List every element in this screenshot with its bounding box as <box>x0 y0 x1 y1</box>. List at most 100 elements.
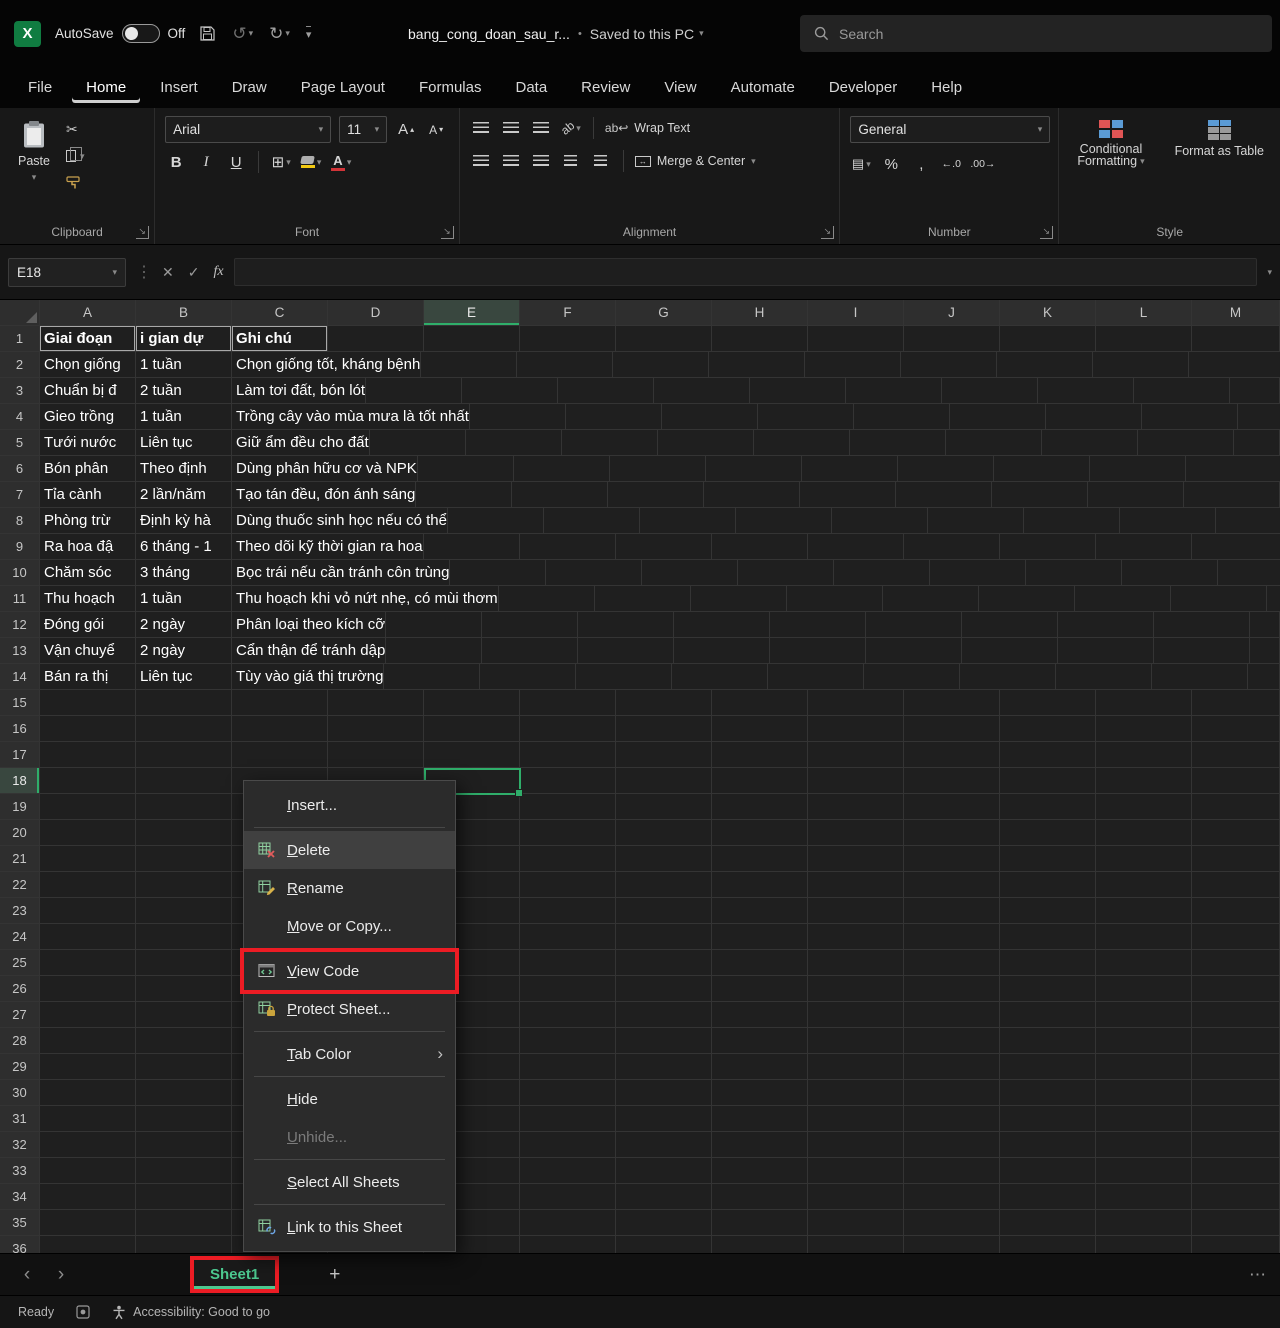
cell-C11[interactable]: Thu hoạch khi vỏ nứt nhẹ, có mùi thơm <box>232 586 499 612</box>
cell-B26[interactable] <box>136 976 232 1002</box>
macro-record-button[interactable] <box>76 1305 90 1319</box>
increase-decimal-button[interactable]: ←.0 <box>940 152 962 176</box>
cell-L21[interactable] <box>1096 846 1192 872</box>
cell-K33[interactable] <box>1000 1158 1096 1184</box>
cell-G30[interactable] <box>616 1080 712 1106</box>
cell-L9[interactable] <box>1192 534 1280 560</box>
cell-I31[interactable] <box>808 1106 904 1132</box>
cell-G8[interactable] <box>736 508 832 534</box>
menu-tab-help[interactable]: Help <box>917 72 976 103</box>
cell-J25[interactable] <box>904 950 1000 976</box>
row-header-34[interactable]: 34 <box>0 1184 40 1210</box>
cell-I16[interactable] <box>808 716 904 742</box>
cell-L3[interactable] <box>1134 378 1230 404</box>
cell-K35[interactable] <box>1000 1210 1096 1236</box>
align-center-button[interactable] <box>500 149 522 173</box>
cell-L34[interactable] <box>1096 1184 1192 1210</box>
cell-H17[interactable] <box>712 742 808 768</box>
cell-K12[interactable] <box>1058 612 1154 638</box>
cell-E12[interactable] <box>482 612 578 638</box>
cell-E7[interactable] <box>512 482 608 508</box>
cell-K14[interactable] <box>1056 664 1152 690</box>
cell-C13[interactable]: Cẩn thận để tránh dập <box>232 638 386 664</box>
cell-B35[interactable] <box>136 1210 232 1236</box>
cell-L11[interactable] <box>1267 586 1280 612</box>
cell-C12[interactable]: Phân loại theo kích cỡ <box>232 612 386 638</box>
file-name[interactable]: bang_cong_doan_sau_r... <box>408 26 570 42</box>
row-header-26[interactable]: 26 <box>0 976 40 1002</box>
cell-A28[interactable] <box>40 1028 136 1054</box>
cell-L35[interactable] <box>1096 1210 1192 1236</box>
cell-A34[interactable] <box>40 1184 136 1210</box>
cell-M13[interactable] <box>1250 638 1280 664</box>
cell-D1[interactable] <box>328 326 424 352</box>
cell-A30[interactable] <box>40 1080 136 1106</box>
cell-J23[interactable] <box>904 898 1000 924</box>
cell-J31[interactable] <box>904 1106 1000 1132</box>
column-header-G[interactable]: G <box>616 300 712 326</box>
row-header-35[interactable]: 35 <box>0 1210 40 1236</box>
cell-K31[interactable] <box>1000 1106 1096 1132</box>
cell-F10[interactable] <box>642 560 738 586</box>
cell-H23[interactable] <box>712 898 808 924</box>
cell-G6[interactable] <box>706 456 802 482</box>
format-painter-button[interactable] <box>66 174 85 192</box>
cell-J13[interactable] <box>962 638 1058 664</box>
column-header-I[interactable]: I <box>808 300 904 326</box>
cell-K32[interactable] <box>1000 1132 1096 1158</box>
row-header-29[interactable]: 29 <box>0 1054 40 1080</box>
cell-L27[interactable] <box>1096 1002 1192 1028</box>
cell-L22[interactable] <box>1096 872 1192 898</box>
row-header-30[interactable]: 30 <box>0 1080 40 1106</box>
cell-F20[interactable] <box>520 820 616 846</box>
cell-B10[interactable]: 3 tháng <box>136 560 232 586</box>
cell-H7[interactable] <box>800 482 896 508</box>
cell-F27[interactable] <box>520 1002 616 1028</box>
cell-F19[interactable] <box>520 794 616 820</box>
cell-A15[interactable] <box>40 690 136 716</box>
search-input[interactable]: Search <box>800 15 1272 52</box>
cell-D2[interactable] <box>421 352 517 378</box>
cell-G11[interactable] <box>787 586 883 612</box>
column-header-E[interactable]: E <box>424 300 520 326</box>
cell-F21[interactable] <box>520 846 616 872</box>
context-menu-item-delete[interactable]: Delete <box>244 831 455 869</box>
cell-C5[interactable]: Giữ ẩm đều cho đất <box>232 430 370 456</box>
cell-L32[interactable] <box>1096 1132 1192 1158</box>
previous-sheet-button[interactable]: ‹ <box>14 1264 40 1286</box>
undo-button[interactable]: ↺▾ <box>232 24 253 44</box>
cell-G35[interactable] <box>616 1210 712 1236</box>
cell-L24[interactable] <box>1096 924 1192 950</box>
select-all-button[interactable] <box>0 300 40 326</box>
cell-K4[interactable] <box>1142 404 1238 430</box>
cell-J17[interactable] <box>904 742 1000 768</box>
cell-I3[interactable] <box>846 378 942 404</box>
cell-H27[interactable] <box>712 1002 808 1028</box>
cell-K17[interactable] <box>1000 742 1096 768</box>
cell-G13[interactable] <box>674 638 770 664</box>
cell-A26[interactable] <box>40 976 136 1002</box>
cell-F8[interactable] <box>640 508 736 534</box>
cell-B30[interactable] <box>136 1080 232 1106</box>
cell-M5[interactable] <box>1234 430 1280 456</box>
cell-I6[interactable] <box>898 456 994 482</box>
cell-B19[interactable] <box>136 794 232 820</box>
cell-I13[interactable] <box>866 638 962 664</box>
cell-E16[interactable] <box>424 716 520 742</box>
cell-A17[interactable] <box>40 742 136 768</box>
cell-H4[interactable] <box>854 404 950 430</box>
cell-J32[interactable] <box>904 1132 1000 1158</box>
cell-G21[interactable] <box>616 846 712 872</box>
cell-K3[interactable] <box>1038 378 1134 404</box>
percent-style-button[interactable]: % <box>880 152 902 176</box>
align-right-button[interactable] <box>530 149 552 173</box>
cell-C15[interactable] <box>232 690 328 716</box>
cell-B25[interactable] <box>136 950 232 976</box>
cell-J26[interactable] <box>904 976 1000 1002</box>
decrease-decimal-button[interactable]: .00→ <box>970 152 995 176</box>
cell-I22[interactable] <box>808 872 904 898</box>
cell-C2[interactable]: Chọn giống tốt, kháng bệnh <box>232 352 421 378</box>
cell-A2[interactable]: Chọn giống <box>40 352 136 378</box>
cell-L17[interactable] <box>1096 742 1192 768</box>
cancel-button[interactable]: ✕ <box>162 264 174 281</box>
